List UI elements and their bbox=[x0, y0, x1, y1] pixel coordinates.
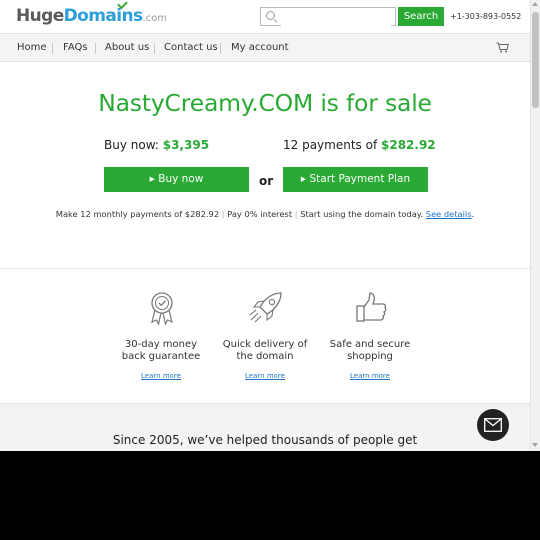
feature-text: Quick delivery of the domain bbox=[222, 339, 308, 362]
hugedomains-logo[interactable]: HugeDomains.com bbox=[16, 0, 167, 26]
vertical-scrollbar[interactable] bbox=[530, 0, 540, 451]
nav-separator bbox=[95, 43, 96, 54]
learn-more-link[interactable]: Learn more bbox=[215, 372, 315, 380]
features-section: 30-day money back guarantee Learn more Q… bbox=[0, 269, 530, 403]
scroll-up-arrow-icon[interactable] bbox=[532, 2, 538, 6]
award-ribbon-icon bbox=[151, 292, 173, 326]
nav-separator bbox=[52, 43, 53, 54]
buy-now-price-label: Buy now: $3,395 bbox=[104, 138, 210, 152]
nav-item-my-account[interactable]: My account bbox=[231, 42, 289, 53]
feature-text: 30-day money back guarantee bbox=[121, 339, 201, 362]
learn-more-link[interactable]: Learn more bbox=[111, 372, 211, 380]
mail-icon bbox=[484, 418, 502, 432]
see-details-link[interactable]: See details bbox=[426, 209, 472, 219]
page-title: NastyCreamy.COM is for sale bbox=[98, 89, 432, 117]
learn-more-link[interactable]: Learn more bbox=[320, 372, 420, 380]
start-payment-plan-button[interactable]: ▸ Start Payment Plan bbox=[283, 167, 428, 192]
search-box bbox=[260, 7, 396, 28]
nav-item-about-us[interactable]: About us bbox=[105, 42, 149, 53]
phone-number[interactable]: +1-303-893-0552 bbox=[450, 12, 521, 21]
thumbs-up-icon bbox=[356, 292, 387, 322]
payment-summary: Make 12 monthly payments of $282.92 | Pa… bbox=[55, 209, 475, 219]
main-nav: Home FAQs About us Contact us My account bbox=[0, 33, 530, 62]
browser-viewport: HugeDomains.com Search +1-303-893-0552 H… bbox=[0, 0, 540, 451]
chat-button[interactable] bbox=[477, 409, 509, 441]
buy-now-button[interactable]: ▸ Buy now bbox=[104, 167, 249, 192]
search-input[interactable] bbox=[281, 13, 391, 28]
payment-plan-price: $282.92 bbox=[381, 138, 436, 152]
or-label: or bbox=[259, 174, 274, 188]
buy-now-price: $3,395 bbox=[162, 138, 210, 152]
feature-text: Safe and secure shopping bbox=[329, 339, 411, 362]
nav-separator bbox=[220, 43, 221, 54]
nav-separator bbox=[154, 43, 155, 54]
nav-item-contact-us[interactable]: Contact us bbox=[164, 42, 218, 53]
payment-plan-price-label: 12 payments of $282.92 bbox=[283, 138, 436, 152]
nav-item-faqs[interactable]: FAQs bbox=[63, 42, 88, 53]
since-heading: Since 2005, we’ve helped thousands of pe… bbox=[112, 433, 418, 447]
rocket-icon bbox=[249, 292, 282, 323]
top-bar: HugeDomains.com Search +1-303-893-0552 bbox=[0, 0, 530, 33]
scrollbar-thumb[interactable] bbox=[532, 12, 539, 108]
cart-icon[interactable] bbox=[496, 42, 509, 53]
testimonial-band: Since 2005, we’ve helped thousands of pe… bbox=[0, 403, 530, 451]
nav-item-home[interactable]: Home bbox=[17, 42, 47, 53]
search-button[interactable]: Search bbox=[398, 7, 444, 26]
search-icon bbox=[266, 11, 275, 20]
scroll-down-arrow-icon[interactable] bbox=[532, 443, 538, 447]
